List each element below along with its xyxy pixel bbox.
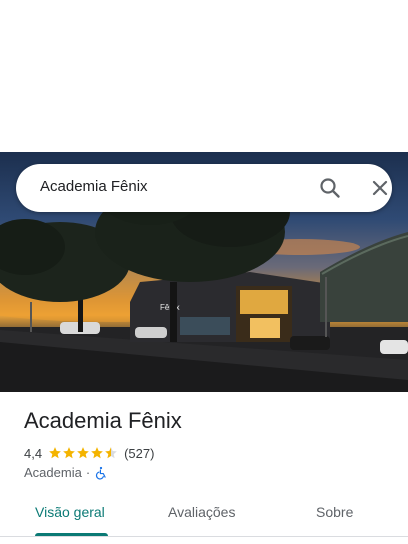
tab-about[interactable]: Sobre xyxy=(316,504,353,520)
wheelchair-icon xyxy=(96,466,106,480)
category-label: Academia xyxy=(24,465,82,480)
search-bar[interactable]: Academia Fênix xyxy=(16,164,392,212)
tabs-divider xyxy=(0,536,408,537)
rating-row[interactable]: 4,4 (527) xyxy=(24,444,154,462)
top-blank-area xyxy=(0,0,408,152)
tab-reviews[interactable]: Avaliações xyxy=(168,504,235,520)
category-row: Academia · xyxy=(24,465,108,480)
star-icon xyxy=(63,447,75,459)
star-rating xyxy=(48,446,118,460)
search-input[interactable]: Academia Fênix xyxy=(40,178,148,195)
rating-value: 4,4 xyxy=(24,445,43,461)
separator-dot: · xyxy=(85,465,91,480)
search-icon[interactable] xyxy=(318,176,342,200)
tab-bar: Visão geral Avaliações Sobre xyxy=(0,494,408,538)
close-icon[interactable] xyxy=(368,176,392,200)
star-icon xyxy=(49,447,61,459)
place-title: Academia Fênix xyxy=(24,408,182,433)
tab-overview[interactable]: Visão geral xyxy=(35,504,105,520)
star-icon xyxy=(77,447,89,459)
half-star-icon xyxy=(105,447,117,459)
reviews-count[interactable]: (527) xyxy=(124,446,154,461)
star-icon xyxy=(91,447,103,459)
